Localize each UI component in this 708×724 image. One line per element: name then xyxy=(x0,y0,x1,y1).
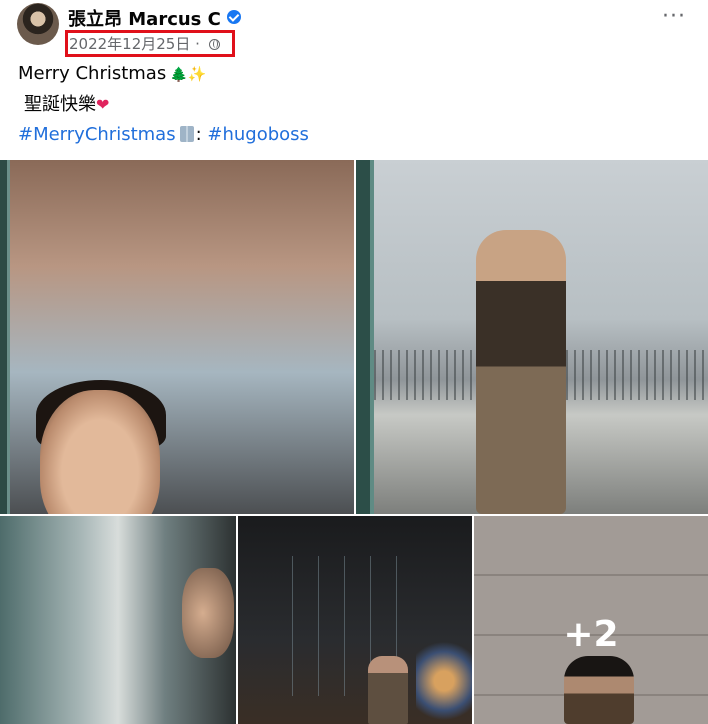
office-building-icon xyxy=(179,126,194,142)
gallery-photo-2[interactable] xyxy=(356,160,708,514)
photo-subject-leaning xyxy=(368,656,408,724)
gallery-photo-1[interactable] xyxy=(0,160,354,514)
globe-icon[interactable] xyxy=(208,39,220,50)
gallery-photo-4[interactable] xyxy=(238,516,472,724)
author-name-text[interactable]: 張立昂 Marcus C xyxy=(68,9,221,30)
greeting-text: Merry Christmas xyxy=(18,63,167,84)
heart-emoji-icon: ❤ xyxy=(96,95,110,114)
post-text-line2: 聖誕快樂❤ xyxy=(24,90,109,116)
hashtag-merry-christmas[interactable]: #MerryChristmas xyxy=(18,124,176,145)
post-meta: 2022年12月25日 · xyxy=(69,33,220,54)
photo-subject-face xyxy=(40,390,160,514)
author-name[interactable]: 張立昂 Marcus C xyxy=(68,5,241,31)
hashtag-hugoboss[interactable]: #hugoboss xyxy=(207,124,309,145)
meta-separator: · xyxy=(195,35,200,53)
tree-emoji-icon: 🌲 xyxy=(170,67,188,83)
post-text-line1: Merry Christmas 🌲✨ xyxy=(18,63,206,84)
photo-subject-standing xyxy=(476,230,566,514)
author-avatar[interactable] xyxy=(17,3,59,45)
gallery-photo-5[interactable]: +2 xyxy=(474,516,708,724)
photo-light-glow xyxy=(416,641,472,721)
photo-subject-face xyxy=(182,568,234,658)
chinese-greeting-text: 聖誕快樂 xyxy=(24,94,96,115)
more-photos-count[interactable]: +2 xyxy=(474,614,708,655)
more-options-button[interactable]: ··· xyxy=(662,6,686,30)
sparkles-emoji-icon: ✨ xyxy=(187,65,207,83)
post-header: 張立昂 Marcus C 2022年12月25日 · ··· xyxy=(0,0,708,62)
hashtags-line: #MerryChristmas: #hugoboss xyxy=(18,124,309,145)
verified-badge-icon xyxy=(226,10,241,24)
hashtag-separator: : xyxy=(195,124,202,145)
gallery-photo-3[interactable] xyxy=(0,516,236,724)
post-date[interactable]: 2022年12月25日 xyxy=(69,35,190,53)
